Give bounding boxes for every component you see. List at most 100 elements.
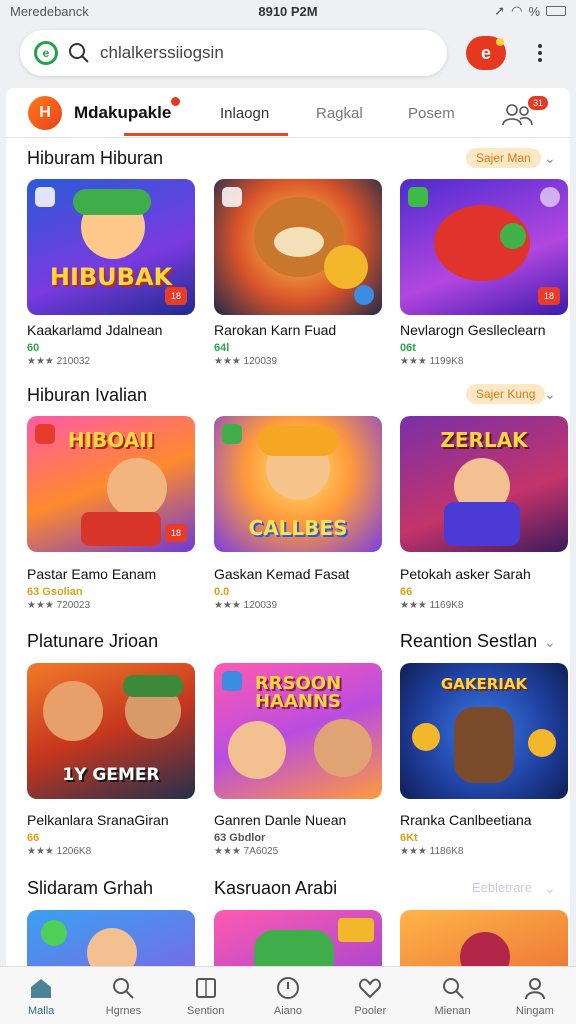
game-rating: ★★★ 1199K8	[400, 356, 464, 367]
game-card-image[interactable]: 18	[400, 179, 568, 315]
app-icon	[222, 187, 242, 207]
app-logo: H	[28, 95, 62, 130]
chevron-down-icon[interactable]: ⌄	[544, 880, 556, 897]
face-art	[274, 227, 324, 257]
section-action-pill[interactable]: Sajer Kung	[466, 384, 546, 404]
game-title[interactable]: Rranka Canlbeetiana	[400, 812, 570, 828]
character-art	[460, 932, 510, 968]
game-price: 63 Gsolian	[27, 586, 83, 598]
game-card-image[interactable]	[214, 910, 382, 968]
chevron-down-icon[interactable]: ⌄	[544, 386, 556, 403]
nav-search[interactable]: Hgrnes	[82, 967, 164, 1024]
game-title[interactable]: Ganren Danle Nuean	[214, 812, 394, 828]
nav-home[interactable]: Malla	[0, 967, 82, 1024]
game-rating: ★★★ 1186K8	[400, 846, 464, 857]
nav-library[interactable]: Sention	[165, 967, 247, 1024]
app-icon	[35, 187, 55, 207]
shield-icon: e	[34, 41, 58, 65]
home-icon	[31, 978, 52, 998]
search-icon	[69, 43, 89, 63]
section-title: Slidaram Grhah	[27, 878, 154, 898]
nav-label: Sention	[187, 1004, 225, 1017]
chevron-down-icon[interactable]: ⌄	[544, 150, 556, 167]
character-art	[43, 681, 103, 741]
tab-inlaogn[interactable]: Inlaogn	[220, 105, 269, 122]
settings-icon[interactable]	[540, 187, 560, 207]
nav-profile[interactable]: Ningam	[494, 967, 576, 1024]
game-title[interactable]: Nevlarogn Geslleclearn	[400, 322, 570, 338]
coin-art	[412, 723, 440, 751]
game-price: 66	[400, 586, 413, 598]
game-price: 63 Gbdlor	[214, 832, 266, 844]
game-price: 64l	[214, 342, 230, 354]
game-card-image[interactable]: RRSOON HAANNS	[214, 663, 382, 799]
game-title[interactable]: Gaskan Kemad Fasat	[214, 566, 394, 582]
battery-label: %	[528, 3, 540, 19]
book-icon	[195, 977, 216, 998]
battery-icon	[546, 6, 566, 16]
character-art	[254, 930, 334, 968]
orb-art	[41, 920, 67, 946]
age-rating-badge: 18	[165, 524, 187, 542]
brand-name: Mdakupakle	[74, 96, 184, 123]
game-card-image[interactable]: HIBUBAK 18	[27, 179, 195, 315]
game-title[interactable]: Rarokan Karn Fuad	[214, 322, 394, 338]
section-title: Platunare Jrioan	[27, 631, 159, 651]
tab-posem[interactable]: Posem	[408, 105, 455, 122]
game-title[interactable]: Petokah asker Sarah	[400, 566, 570, 582]
nav-explore[interactable]: Mienan	[411, 967, 493, 1024]
banner-art	[338, 918, 374, 942]
chevron-down-icon[interactable]: ⌄	[544, 634, 556, 651]
game-title[interactable]: Pastar Eamo Eanam	[27, 566, 207, 582]
search-icon	[113, 977, 135, 999]
status-icons: ➚ ◠ %	[494, 3, 566, 19]
game-rating: ★★★ 720023	[27, 600, 91, 611]
search-bar[interactable]: e chlalkerssiiogsin	[20, 30, 447, 76]
game-card-image[interactable]	[214, 179, 382, 315]
game-price: 6Kt	[400, 832, 418, 844]
hair-art	[258, 426, 338, 456]
share-icon[interactable]	[354, 285, 374, 305]
character-art	[454, 707, 514, 783]
wifi-icon: ◠	[511, 3, 523, 18]
bottom-navigation: Malla Hgrnes Sention Aiano Pooler Mienan…	[0, 966, 576, 1024]
nav-favorites[interactable]: Pooler	[329, 967, 411, 1024]
game-card-image[interactable]: CALLBES	[214, 416, 382, 552]
search-icon	[442, 977, 464, 999]
game-card-image[interactable]	[400, 910, 568, 968]
heart-icon	[359, 978, 382, 998]
section-action-pill[interactable]: Sajer Man	[466, 148, 541, 168]
character-art	[87, 928, 137, 968]
age-rating-badge: 18	[538, 287, 560, 305]
people-badge: 31	[528, 96, 548, 110]
location-icon: ➚	[494, 3, 506, 18]
account-button[interactable]: e	[466, 36, 506, 70]
hat-art	[73, 189, 151, 215]
active-tab-indicator	[124, 133, 288, 136]
app-header: H Mdakupakle Inlaogn Ragkal Posem 31	[6, 88, 570, 138]
game-rating: ★★★ 210032	[27, 356, 91, 367]
coin-art	[324, 245, 368, 289]
more-menu-button[interactable]	[528, 40, 552, 66]
game-art-title: CALLBES	[248, 516, 348, 540]
game-card-image[interactable]: GAKERIAK	[400, 663, 568, 799]
basket-art	[81, 512, 161, 546]
game-price: 66	[27, 832, 40, 844]
game-card-image[interactable]: HIBOAII 18	[27, 416, 195, 552]
game-title[interactable]: Kaakarlamd Jdalnean	[27, 322, 207, 338]
tab-ragkal[interactable]: Ragkal	[316, 105, 363, 122]
section-title-secondary: Kasruaon Arabi	[214, 878, 338, 898]
game-price: 0.0	[214, 586, 230, 598]
game-card-image[interactable]: 1Y GEMER	[27, 663, 195, 799]
nav-activity[interactable]: Aiano	[247, 967, 329, 1024]
carrier-label: Meredebanck	[10, 3, 89, 19]
search-input[interactable]: chlalkerssiiogsin	[100, 43, 224, 63]
character-art	[314, 719, 372, 777]
game-card-image[interactable]	[27, 910, 195, 968]
game-title[interactable]: Pelkanlara SranaGiran	[27, 812, 207, 828]
game-price: 06t	[400, 342, 416, 354]
game-card-image[interactable]: ZERLAK	[400, 416, 568, 552]
nav-label: Malla	[27, 1004, 55, 1017]
section-action-link[interactable]: Eebletrare	[472, 880, 532, 895]
section-title-secondary: Reantion Sestlan	[400, 631, 538, 651]
